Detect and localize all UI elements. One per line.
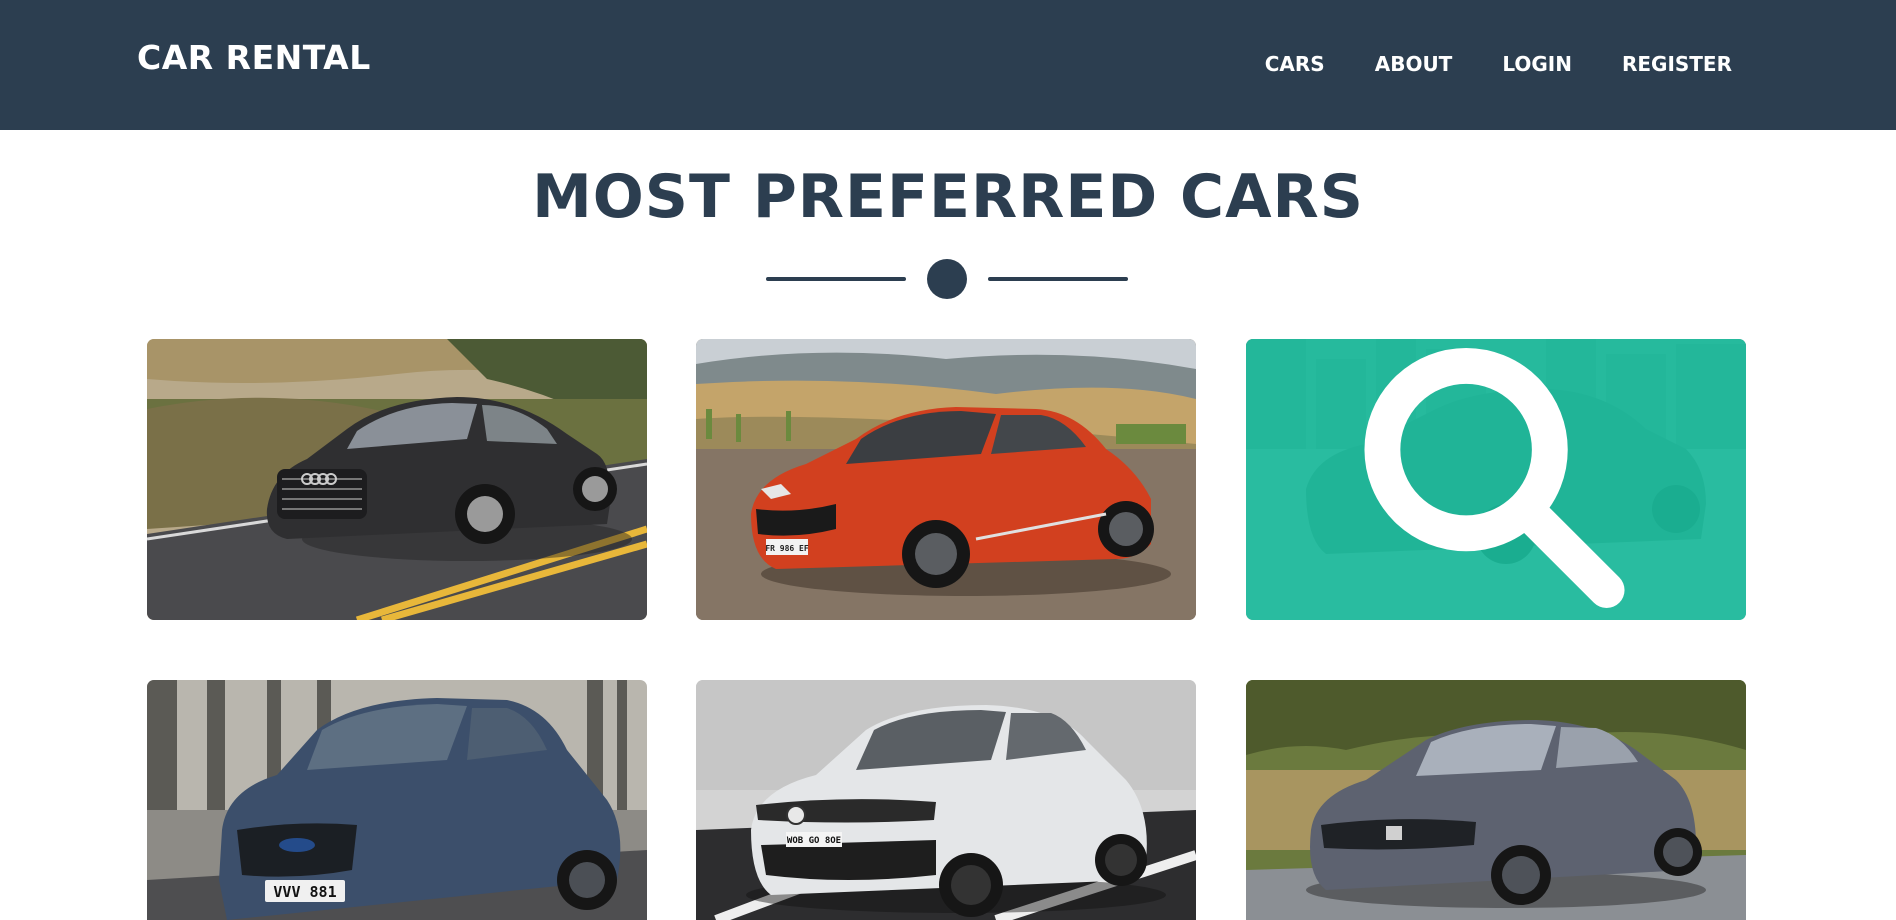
nav-link-register[interactable]: REGISTER [1622, 52, 1732, 76]
hover-overlay [1246, 339, 1746, 620]
car-image-honda [1246, 680, 1746, 920]
car-card-honda[interactable] [1246, 680, 1746, 920]
car-card-audi[interactable] [147, 339, 647, 620]
nav-link-cars[interactable]: CARS [1265, 52, 1325, 76]
divider-dot [927, 259, 967, 299]
plate-text-renault: FR 986 EF [765, 544, 809, 553]
car-card-fiat-hovered[interactable] [1246, 339, 1746, 620]
divider-line-left [766, 277, 906, 281]
car-card-renault[interactable]: FR 986 EF [696, 339, 1196, 620]
car-card-ford[interactable]: VVV 881 [147, 680, 647, 920]
title-divider [766, 258, 1128, 300]
plate-text-ford: VVV 881 [273, 883, 336, 901]
brand-logo[interactable]: CAR RENTAL [137, 38, 371, 77]
search-icon[interactable] [1246, 339, 1746, 620]
section-title: MOST PREFERRED CARS [532, 162, 1364, 232]
car-image-renault: FR 986 EF [696, 339, 1196, 620]
car-image-ford: VVV 881 [147, 680, 647, 920]
car-card-vw[interactable]: WOB GO 8OE [696, 680, 1196, 920]
car-image-vw: WOB GO 8OE [696, 680, 1196, 920]
car-image-audi [147, 339, 647, 620]
navbar: CAR RENTAL CARS ABOUT LOGIN REGISTER [0, 0, 1896, 130]
divider-line-right [988, 277, 1128, 281]
nav-links: CARS ABOUT LOGIN REGISTER [1215, 52, 1732, 76]
nav-link-login[interactable]: LOGIN [1502, 52, 1572, 76]
nav-link-about[interactable]: ABOUT [1375, 52, 1453, 76]
plate-text-vw: WOB GO 8OE [787, 836, 841, 846]
